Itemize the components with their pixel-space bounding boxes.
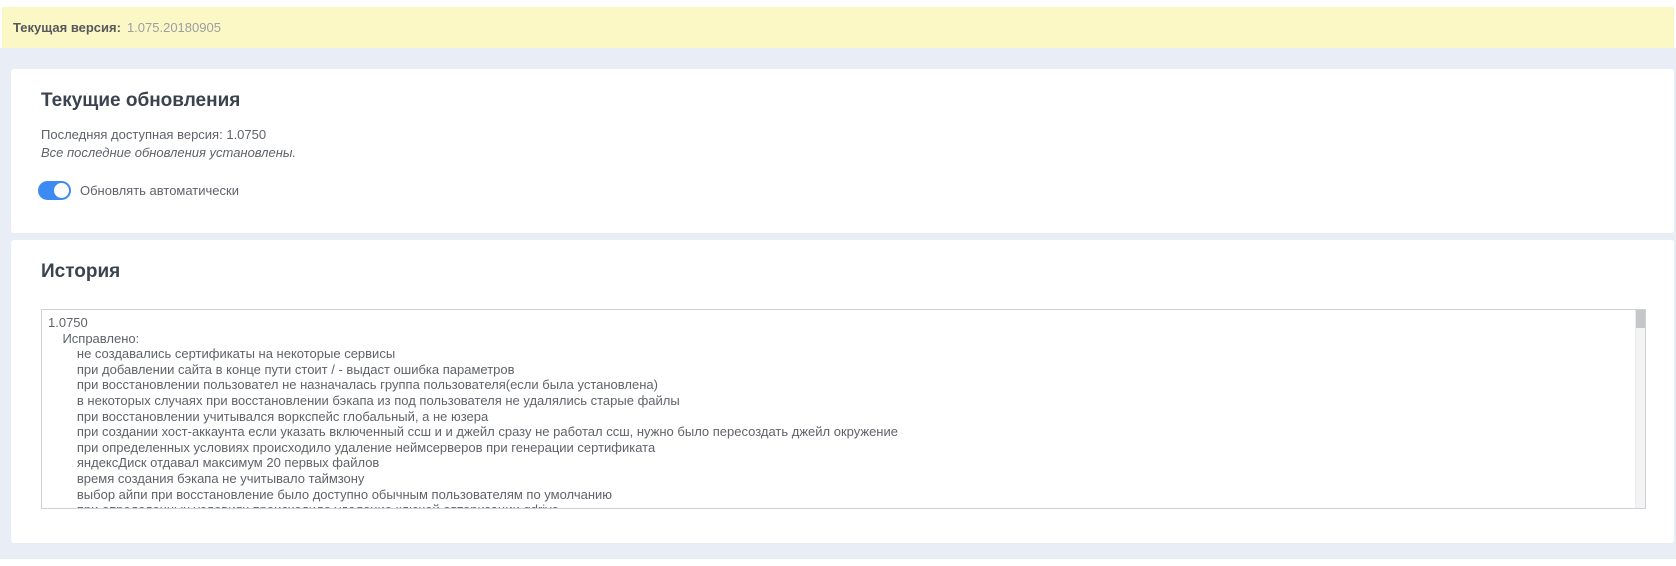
history-scrollbar-thumb[interactable] xyxy=(1636,310,1646,328)
current-updates-card: Текущие обновления Последняя доступная в… xyxy=(11,69,1674,233)
latest-version-line: Последняя доступная версия: 1.0750 xyxy=(41,126,1646,144)
current-version-label: Текущая версия: xyxy=(13,20,121,35)
page-content: Текущие обновления Последняя доступная в… xyxy=(0,48,1676,559)
toggle-knob-icon xyxy=(54,183,69,198)
current-updates-title: Текущие обновления xyxy=(41,90,1646,112)
current-version-banner: Текущая версия: 1.075.20180905 xyxy=(2,7,1674,48)
auto-update-toggle[interactable] xyxy=(38,181,71,200)
auto-update-toggle-label: Обновлять автоматически xyxy=(80,183,239,198)
latest-version-value: 1.0750 xyxy=(226,127,266,142)
auto-update-toggle-row: Обновлять автоматически xyxy=(38,181,1646,200)
latest-version-label: Последняя доступная версия: xyxy=(41,127,223,142)
history-changelog-box[interactable]: 1.0750 Исправлено: не создавались сертиф… xyxy=(41,309,1646,509)
current-version-value: 1.075.20180905 xyxy=(127,20,221,35)
updates-status-line: Все последние обновления установлены. xyxy=(41,144,1646,162)
history-changelog-text: 1.0750 Исправлено: не создавались сертиф… xyxy=(42,310,1645,509)
history-title: История xyxy=(41,261,1646,283)
history-card: История 1.0750 Исправлено: не создавалис… xyxy=(11,240,1674,543)
history-scrollbar[interactable] xyxy=(1635,310,1645,508)
